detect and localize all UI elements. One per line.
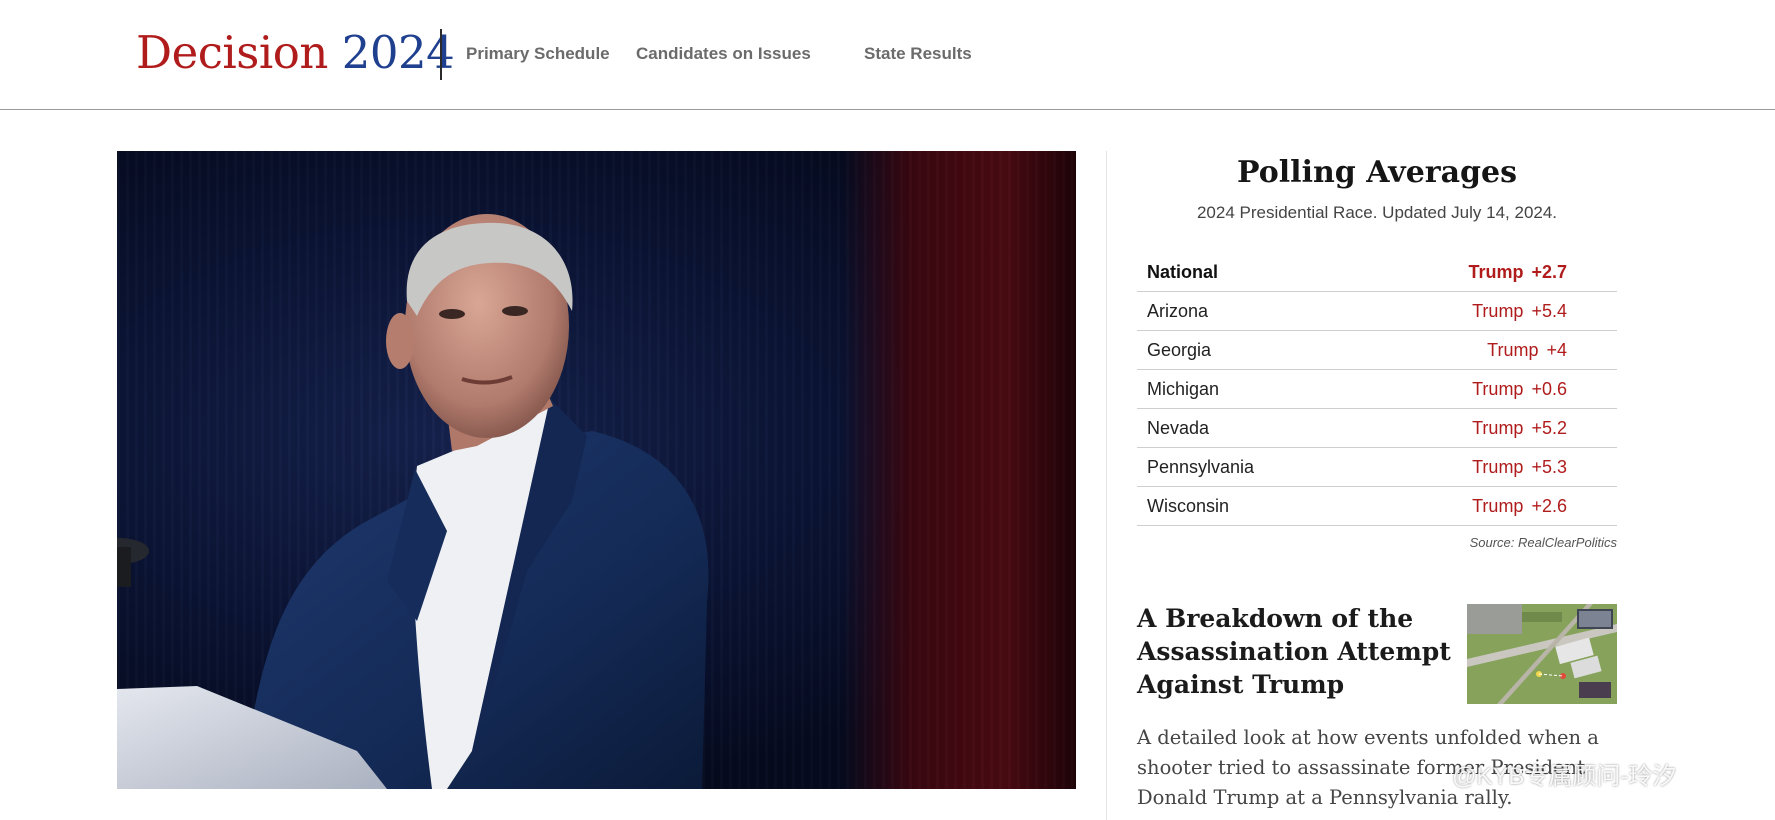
nav-state-results[interactable]: State Results <box>864 44 972 64</box>
state-name: Michigan <box>1147 379 1220 399</box>
polling-table: National Trump +2.7 Arizona Trump +5.4 Geo… <box>1137 253 1617 526</box>
state-name: National <box>1147 262 1219 282</box>
leading-candidate: Trump <box>1472 496 1524 516</box>
speaker-at-podium-icon <box>117 214 709 789</box>
poll-margin: +5.2 <box>1531 418 1567 438</box>
state-name: Pennsylvania <box>1147 457 1255 477</box>
table-row: Michigan Trump +0.6 <box>1137 370 1617 409</box>
hero-image[interactable] <box>117 151 1076 789</box>
table-row: Nevada Trump +5.2 <box>1137 409 1617 448</box>
site-header: Decision 2024 Primary Schedule Candidate… <box>0 0 1775 110</box>
leading-candidate: Trump <box>1468 262 1524 282</box>
polling-source: Source: RealClearPolitics <box>1469 535 1617 550</box>
leading-candidate: Trump <box>1472 379 1524 399</box>
polling-title: Polling Averages <box>1237 155 1517 190</box>
state-name: Nevada <box>1147 418 1210 438</box>
poll-margin: +5.4 <box>1531 301 1567 321</box>
aerial-map-icon <box>1467 604 1617 704</box>
state-name: Arizona <box>1147 301 1209 321</box>
leading-candidate: Trump <box>1472 418 1524 438</box>
table-row: Arizona Trump +5.4 <box>1137 292 1617 331</box>
story-headline[interactable]: A Breakdown of the Assassination Attempt… <box>1137 602 1452 701</box>
leading-candidate: Trump <box>1472 457 1524 477</box>
poll-margin: +0.6 <box>1531 379 1567 399</box>
logo-divider <box>440 29 442 80</box>
poll-result: Trump +5.2 <box>1472 418 1567 439</box>
watermark-text: @KYB专属顾问-玲汐 <box>1452 763 1677 790</box>
state-name: Wisconsin <box>1147 496 1230 516</box>
leading-candidate: Trump <box>1487 340 1539 360</box>
leading-candidate: Trump <box>1472 301 1524 321</box>
table-row: Pennsylvania Trump +5.3 <box>1137 448 1617 487</box>
polling-subtitle: 2024 Presidential Race. Updated July 14,… <box>1196 203 1558 222</box>
poll-result: Trump +5.4 <box>1472 301 1567 322</box>
poll-result: Trump +4 <box>1487 340 1567 361</box>
poll-margin: +4 <box>1546 340 1567 360</box>
logo-word: Decision <box>136 26 328 79</box>
nav-primary-schedule[interactable]: Primary Schedule <box>466 44 610 64</box>
poll-margin: +2.7 <box>1531 262 1567 282</box>
table-row: Wisconsin Trump +2.6 <box>1137 487 1617 526</box>
poll-margin: +2.6 <box>1531 496 1567 516</box>
column-divider <box>1106 151 1107 820</box>
poll-result: Trump +0.6 <box>1472 379 1567 400</box>
table-row: Georgia Trump +4 <box>1137 331 1617 370</box>
table-row: National Trump +2.7 <box>1137 253 1617 292</box>
poll-result: Trump +2.6 <box>1472 496 1567 517</box>
logo-year: 2024 <box>341 26 455 79</box>
poll-result: Trump +2.7 <box>1468 262 1567 283</box>
poll-margin: +5.3 <box>1531 457 1567 477</box>
site-logo[interactable]: Decision 2024 <box>136 26 455 79</box>
story-thumbnail[interactable] <box>1467 604 1617 704</box>
state-name: Georgia <box>1147 340 1212 360</box>
poll-result: Trump +5.3 <box>1472 457 1567 478</box>
nav-candidates-on-issues[interactable]: Candidates on Issues <box>636 44 811 64</box>
